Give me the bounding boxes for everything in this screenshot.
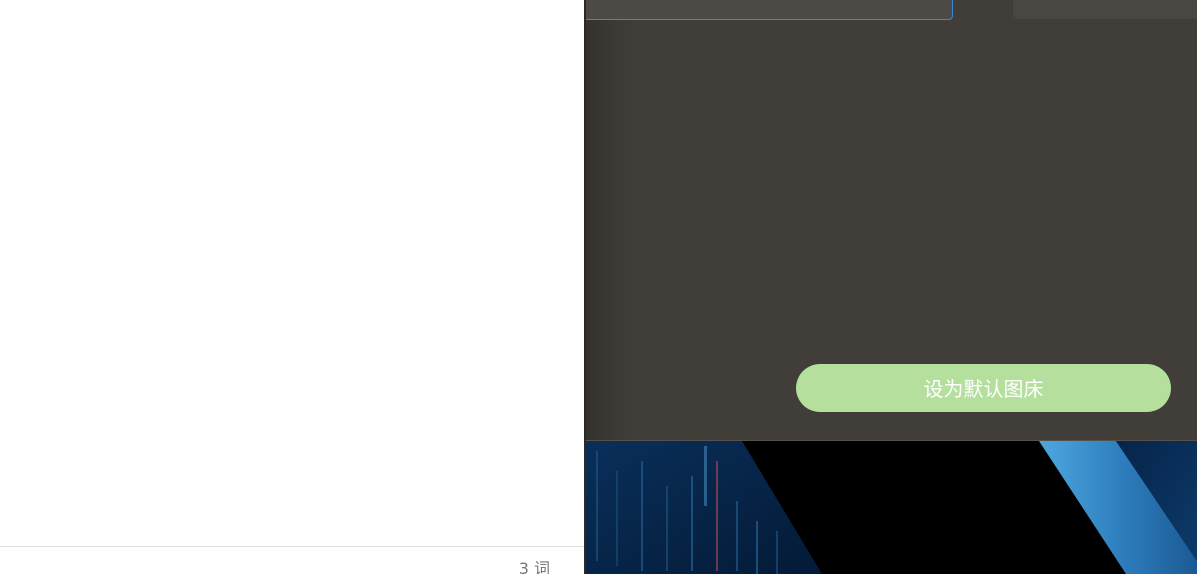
editor-status-bar: 3 词	[0, 546, 584, 574]
word-count[interactable]: 3 词	[519, 559, 550, 574]
app-window: 3 词 设为默认图床	[0, 0, 1197, 574]
set-default-image-host-button[interactable]: 设为默认图床	[796, 364, 1171, 412]
desktop-wallpaper	[586, 441, 1197, 574]
image-uploader-settings-panel: 设为默认图床	[586, 0, 1197, 441]
editor-pane: 3 词	[0, 0, 584, 574]
settings-select[interactable]	[1013, 0, 1197, 19]
focused-settings-input[interactable]	[586, 0, 953, 20]
editor-text-area[interactable]	[0, 0, 584, 546]
panel-shadow	[586, 0, 634, 441]
wallpaper-graphic	[586, 441, 1197, 574]
